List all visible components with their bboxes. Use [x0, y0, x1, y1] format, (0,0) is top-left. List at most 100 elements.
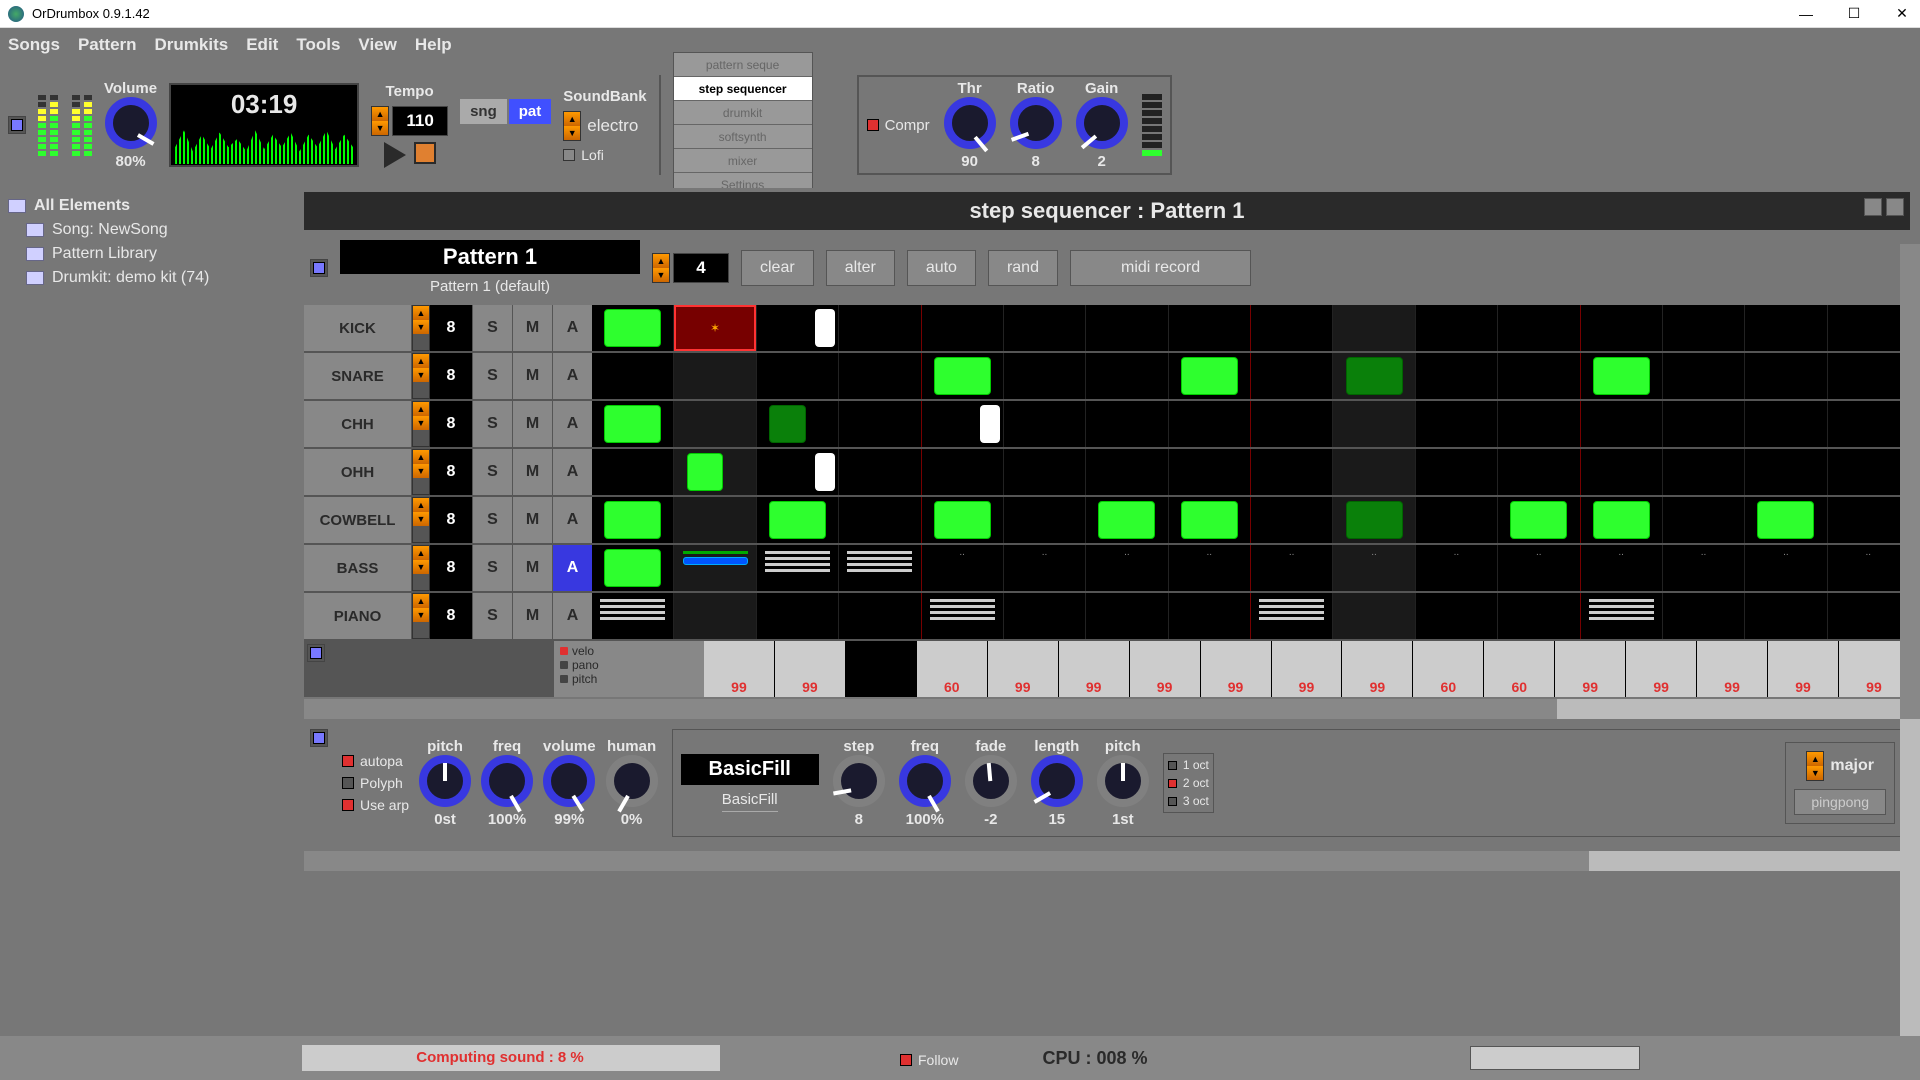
velocity-cell[interactable]: 99	[1768, 641, 1839, 697]
track-a-button[interactable]: A	[552, 497, 592, 543]
step-cell[interactable]	[674, 497, 756, 543]
step-cell[interactable]	[1251, 305, 1333, 351]
step-cell[interactable]	[757, 497, 839, 543]
track-m-button[interactable]: M	[512, 545, 552, 591]
step-cell[interactable]	[592, 545, 674, 591]
fill-pitch-knob[interactable]	[1097, 755, 1149, 807]
track-name-chh[interactable]: CHH	[304, 401, 412, 447]
step-cell[interactable]	[922, 497, 1004, 543]
step-cell[interactable]	[674, 401, 756, 447]
track-spinner[interactable]: ▲▼	[412, 305, 430, 351]
step-cell[interactable]	[839, 593, 921, 639]
step-cell[interactable]	[1004, 497, 1086, 543]
velocity-cell[interactable]	[846, 641, 917, 697]
step-cell[interactable]	[1086, 449, 1168, 495]
tempo-up[interactable]: ▲	[372, 107, 388, 121]
alter-button[interactable]: alter	[826, 250, 895, 286]
velocity-cell[interactable]: 99	[1272, 641, 1343, 697]
scrollbar-thumb[interactable]	[304, 699, 1557, 719]
step-cell[interactable]	[1828, 401, 1910, 447]
step-cell[interactable]: ..	[1663, 545, 1745, 591]
auto-button[interactable]: auto	[907, 250, 976, 286]
step-cell[interactable]: ..	[1416, 545, 1498, 591]
track-spinner[interactable]: ▲▼	[412, 401, 430, 447]
velocity-cell[interactable]: 60	[1413, 641, 1484, 697]
track-a-button[interactable]: A	[552, 593, 592, 639]
menu-drumkits[interactable]: Drumkits	[155, 35, 229, 55]
pingpong-button[interactable]: pingpong	[1794, 789, 1886, 815]
volume-knob[interactable]	[105, 97, 157, 149]
step-cell[interactable]	[1663, 497, 1745, 543]
polyph-option[interactable]: Polyph	[342, 775, 409, 791]
track-spinner[interactable]: ▲▼	[412, 545, 430, 591]
track-name-piano[interactable]: PIANO	[304, 593, 412, 639]
track-s-button[interactable]: S	[472, 497, 512, 543]
step-cell[interactable]	[1004, 449, 1086, 495]
track-spinner[interactable]: ▲▼	[412, 449, 430, 495]
stop-button[interactable]	[414, 142, 436, 164]
track-name-kick[interactable]: KICK	[304, 305, 412, 351]
tab-drumkit[interactable]: drumkit	[674, 101, 812, 125]
oct2-option[interactable]: 2 oct	[1168, 776, 1209, 790]
velocity-cell[interactable]: 99	[1059, 641, 1130, 697]
velo-opt-velo[interactable]: velo	[560, 644, 698, 658]
step-cell[interactable]	[1745, 449, 1827, 495]
velo-opt-pano[interactable]: pano	[560, 658, 698, 672]
track-m-button[interactable]: M	[512, 353, 552, 399]
step-cell[interactable]	[839, 449, 921, 495]
step-cell[interactable]	[1169, 497, 1251, 543]
step-cell[interactable]	[1581, 593, 1663, 639]
menu-help[interactable]: Help	[415, 35, 452, 55]
step-cell[interactable]	[674, 545, 756, 591]
lofi-checkbox[interactable]: Lofi	[563, 147, 646, 163]
step-cell[interactable]	[1828, 305, 1910, 351]
step-cell[interactable]	[839, 497, 921, 543]
step-cell[interactable]	[839, 353, 921, 399]
soundbank-value[interactable]: electro	[587, 116, 638, 136]
inst-volume-knob[interactable]	[543, 755, 595, 807]
fill-name[interactable]: BasicFill	[681, 754, 819, 785]
step-cell[interactable]	[1169, 401, 1251, 447]
step-cell[interactable]: ..	[1086, 545, 1168, 591]
step-cell[interactable]	[592, 593, 674, 639]
step-cell[interactable]	[757, 353, 839, 399]
fill-step-knob[interactable]	[833, 755, 885, 807]
midi-record-button[interactable]: midi record	[1070, 250, 1251, 286]
fill-length-knob[interactable]	[1031, 755, 1083, 807]
track-m-button[interactable]: M	[512, 593, 552, 639]
step-cell[interactable]	[922, 449, 1004, 495]
step-cell[interactable]	[757, 305, 839, 351]
menu-pattern[interactable]: Pattern	[78, 35, 137, 55]
tree-item-drumkit[interactable]: Drumkit: demo kit (74)	[6, 266, 294, 290]
velocity-cell[interactable]: 99	[988, 641, 1059, 697]
play-button[interactable]	[384, 142, 406, 168]
step-cell[interactable]: ..	[1169, 545, 1251, 591]
clear-button[interactable]: clear	[741, 250, 814, 286]
track-m-button[interactable]: M	[512, 305, 552, 351]
step-cell[interactable]	[1169, 353, 1251, 399]
rand-button[interactable]: rand	[988, 250, 1058, 286]
step-cell[interactable]	[592, 305, 674, 351]
step-cell[interactable]	[1663, 401, 1745, 447]
step-cell[interactable]	[1498, 593, 1580, 639]
track-a-button[interactable]: A	[552, 305, 592, 351]
beats-input[interactable]: 4	[673, 253, 729, 283]
pat-button[interactable]: pat	[509, 99, 552, 124]
step-cell[interactable]	[1745, 353, 1827, 399]
step-cell[interactable]	[592, 497, 674, 543]
track-s-button[interactable]: S	[472, 449, 512, 495]
step-cell[interactable]	[1333, 305, 1415, 351]
track-s-button[interactable]: S	[472, 593, 512, 639]
step-cell[interactable]	[757, 545, 839, 591]
track-name-snare[interactable]: SNARE	[304, 353, 412, 399]
track-s-button[interactable]: S	[472, 401, 512, 447]
inst-freq-knob[interactable]	[481, 755, 533, 807]
step-cell[interactable]: ..	[1745, 545, 1827, 591]
horizontal-scrollbar[interactable]	[304, 699, 1910, 719]
velocity-cell[interactable]: 60	[917, 641, 988, 697]
velocity-cell[interactable]: 99	[1130, 641, 1201, 697]
step-cell[interactable]	[1086, 305, 1168, 351]
step-cell[interactable]: ..	[1828, 545, 1910, 591]
step-cell[interactable]	[1581, 449, 1663, 495]
track-s-button[interactable]: S	[472, 353, 512, 399]
